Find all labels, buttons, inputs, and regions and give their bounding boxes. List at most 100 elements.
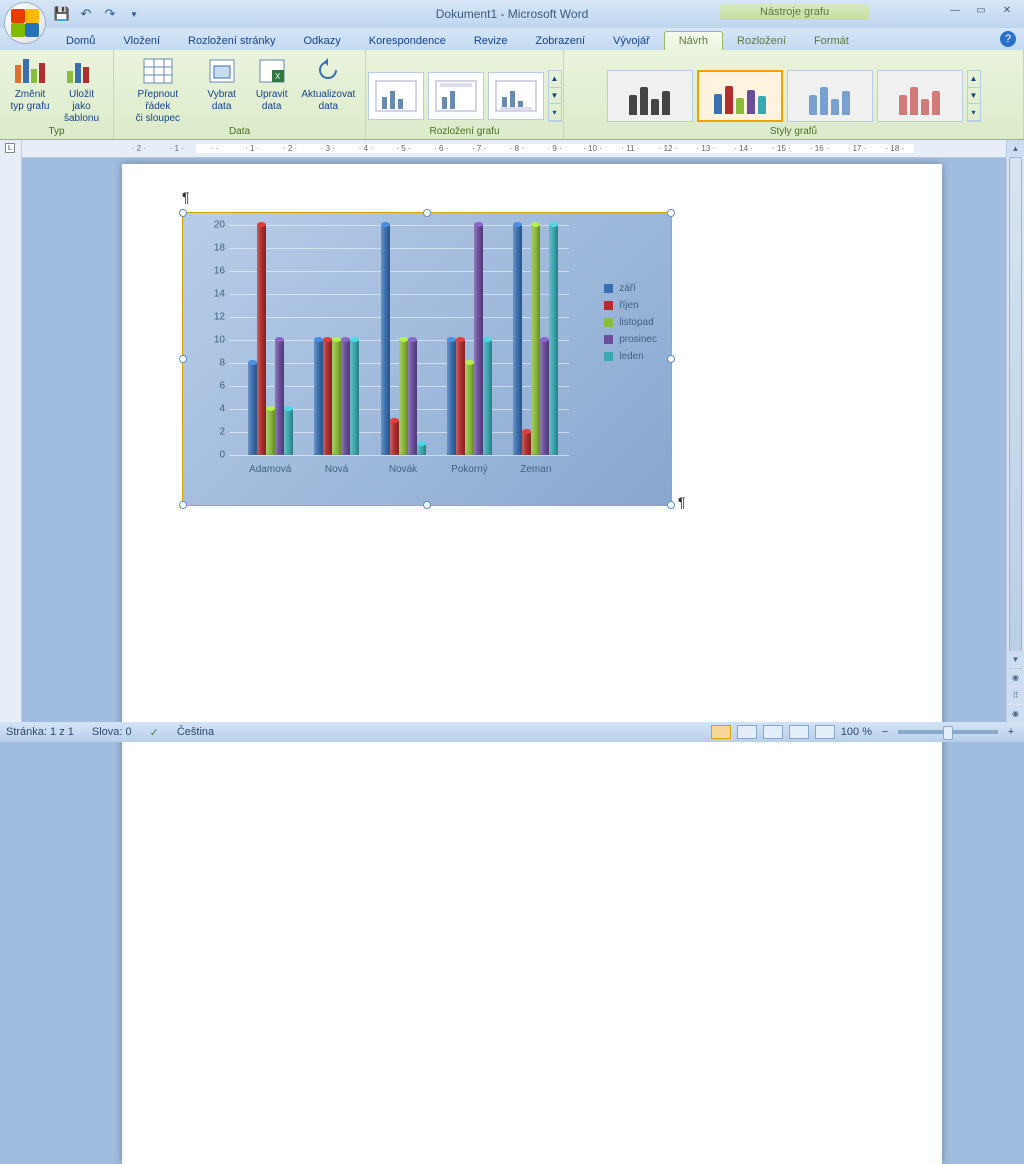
group-data: Přepnout řádek či sloupec Vybrat data X …: [114, 50, 366, 139]
chart-plot-area[interactable]: 02468101214161820AdamováNováNovákPokorný…: [229, 225, 569, 455]
tab-design[interactable]: Návrh: [664, 31, 723, 50]
more-arrow-icon[interactable]: ▾: [549, 104, 561, 121]
ribbon-tabs: Domů Vložení Rozložení stránky Odkazy Ko…: [0, 28, 1024, 50]
chart-style-1[interactable]: [607, 70, 693, 122]
tab-references[interactable]: Odkazy: [289, 32, 354, 50]
select-data-button[interactable]: Vybrat data: [198, 53, 246, 115]
tab-home[interactable]: Domů: [52, 32, 109, 50]
tab-review[interactable]: Revize: [460, 32, 522, 50]
switch-rowcol-icon: [142, 55, 174, 87]
save-template-label: Uložit jako šablonu: [60, 89, 103, 125]
layout-gallery-scroller[interactable]: ▲▼▾: [548, 70, 562, 122]
chart-type-icon: [14, 55, 46, 87]
group-styles-label: Styly grafů: [564, 126, 1023, 137]
up-arrow-icon[interactable]: ▲: [549, 71, 561, 88]
print-layout-view-button[interactable]: [711, 725, 731, 739]
select-data-label: Vybrat data: [207, 89, 236, 113]
save-icon[interactable]: 💾: [52, 4, 72, 24]
chart-style-2[interactable]: [697, 70, 783, 122]
more-arrow-icon[interactable]: ▾: [968, 104, 980, 121]
scroll-thumb[interactable]: [1009, 157, 1022, 677]
change-chart-type-label: Změnit typ grafu: [11, 89, 50, 113]
prev-page-icon[interactable]: ◉: [1007, 669, 1024, 686]
group-chart-styles: ▲▼▾ Styly grafů: [564, 50, 1024, 139]
refresh-data-button[interactable]: Aktualizovat data: [298, 53, 359, 115]
resize-handle[interactable]: [667, 209, 675, 217]
tab-format[interactable]: Formát: [800, 32, 863, 50]
style-gallery-scroller[interactable]: ▲▼▾: [967, 70, 981, 122]
status-page[interactable]: Stránka: 1 z 1: [6, 726, 74, 738]
resize-handle[interactable]: [423, 209, 431, 217]
tab-page-layout[interactable]: Rozložení stránky: [174, 32, 289, 50]
browse-object-icon[interactable]: ⠿: [1007, 687, 1024, 704]
vertical-ruler: L: [0, 140, 22, 722]
undo-icon[interactable]: ↶: [76, 4, 96, 24]
resize-handle[interactable]: [179, 209, 187, 217]
tab-selector-icon[interactable]: L: [5, 143, 15, 153]
up-arrow-icon[interactable]: ▲: [968, 71, 980, 88]
scroll-up-icon[interactable]: ▲: [1007, 140, 1024, 157]
edit-data-label: Upravit data: [256, 89, 288, 113]
tab-view[interactable]: Zobrazení: [521, 32, 599, 50]
qat-dropdown-icon[interactable]: ▼: [124, 4, 144, 24]
status-words[interactable]: Slova: 0: [92, 726, 132, 738]
group-chart-layouts: ▲▼▾ Rozložení grafu: [366, 50, 564, 139]
chart-style-3[interactable]: [787, 70, 873, 122]
vertical-scrollbar[interactable]: ▲ ▼ ◉ ⠿ ◉: [1006, 140, 1024, 722]
tab-insert[interactable]: Vložení: [109, 32, 174, 50]
zoom-level[interactable]: 100 %: [841, 726, 872, 738]
zoom-out-button[interactable]: −: [878, 726, 892, 738]
tab-mailings[interactable]: Korespondence: [355, 32, 460, 50]
edit-data-button[interactable]: X Upravit data: [248, 53, 296, 115]
restore-button[interactable]: ▭: [970, 3, 992, 17]
zoom-in-button[interactable]: +: [1004, 726, 1018, 738]
resize-handle[interactable]: [667, 501, 675, 509]
chart-legend[interactable]: záříříjenlistopadprosinecleden: [604, 283, 657, 368]
outline-view-button[interactable]: [789, 725, 809, 739]
chart-layout-3[interactable]: [488, 72, 544, 120]
down-arrow-icon[interactable]: ▼: [549, 88, 561, 105]
chart-layout-1[interactable]: [368, 72, 424, 120]
zoom-slider[interactable]: [898, 730, 998, 734]
ribbon: Změnit typ grafu Uložit jako šablonu Typ…: [0, 50, 1024, 140]
web-layout-view-button[interactable]: [763, 725, 783, 739]
draft-view-button[interactable]: [815, 725, 835, 739]
chart-style-4[interactable]: [877, 70, 963, 122]
resize-handle[interactable]: [179, 501, 187, 509]
down-arrow-icon[interactable]: ▼: [968, 88, 980, 105]
change-chart-type-button[interactable]: Změnit typ grafu: [6, 53, 54, 115]
next-page-icon[interactable]: ◉: [1007, 705, 1024, 722]
switch-rowcol-label: Přepnout řádek či sloupec: [124, 89, 192, 125]
chart-object[interactable]: 02468101214161820AdamováNováNovákPokorný…: [182, 212, 672, 506]
document-area: · 2 ·· 1 ·· ·· 1 ·· 2 ·· 3 ·· 4 ·· 5 ·· …: [22, 140, 1024, 722]
resize-handle[interactable]: [423, 501, 431, 509]
fullscreen-reading-view-button[interactable]: [737, 725, 757, 739]
window-title: Dokument1 - Microsoft Word: [436, 7, 589, 21]
close-button[interactable]: ✕: [996, 3, 1018, 17]
scroll-down-icon[interactable]: ▼: [1007, 651, 1024, 668]
tab-layout[interactable]: Rozložení: [723, 32, 800, 50]
switch-row-column-button[interactable]: Přepnout řádek či sloupec: [120, 53, 196, 127]
spellcheck-icon[interactable]: ✓: [150, 726, 159, 739]
refresh-data-label: Aktualizovat data: [301, 89, 355, 113]
save-template-icon: [66, 55, 98, 87]
group-layouts-label: Rozložení grafu: [366, 126, 563, 137]
refresh-icon: [312, 55, 344, 87]
svg-text:X: X: [275, 72, 281, 81]
help-icon[interactable]: ?: [1000, 31, 1016, 47]
save-as-template-button[interactable]: Uložit jako šablonu: [56, 53, 107, 127]
page[interactable]: ¶ 02468101214161820AdamováNováNovákPokor…: [122, 164, 942, 1164]
resize-handle[interactable]: [179, 355, 187, 363]
tab-developer[interactable]: Vývojář: [599, 32, 664, 50]
group-data-label: Data: [114, 126, 365, 137]
office-button[interactable]: [4, 2, 46, 44]
title-bar: 💾 ↶ ↷ ▼ Dokument1 - Microsoft Word Nástr…: [0, 0, 1024, 28]
workspace: L · 2 ·· 1 ·· ·· 1 ·· 2 ·· 3 ·· 4 ·· 5 ·…: [0, 140, 1024, 722]
status-language[interactable]: Čeština: [177, 726, 214, 738]
horizontal-ruler[interactable]: · 2 ·· 1 ·· ·· 1 ·· 2 ·· 3 ·· 4 ·· 5 ·· …: [22, 140, 1024, 158]
chart-layout-2[interactable]: [428, 72, 484, 120]
edit-data-icon: X: [256, 55, 288, 87]
minimize-button[interactable]: —: [944, 3, 966, 17]
resize-handle[interactable]: [667, 355, 675, 363]
redo-icon[interactable]: ↷: [100, 4, 120, 24]
